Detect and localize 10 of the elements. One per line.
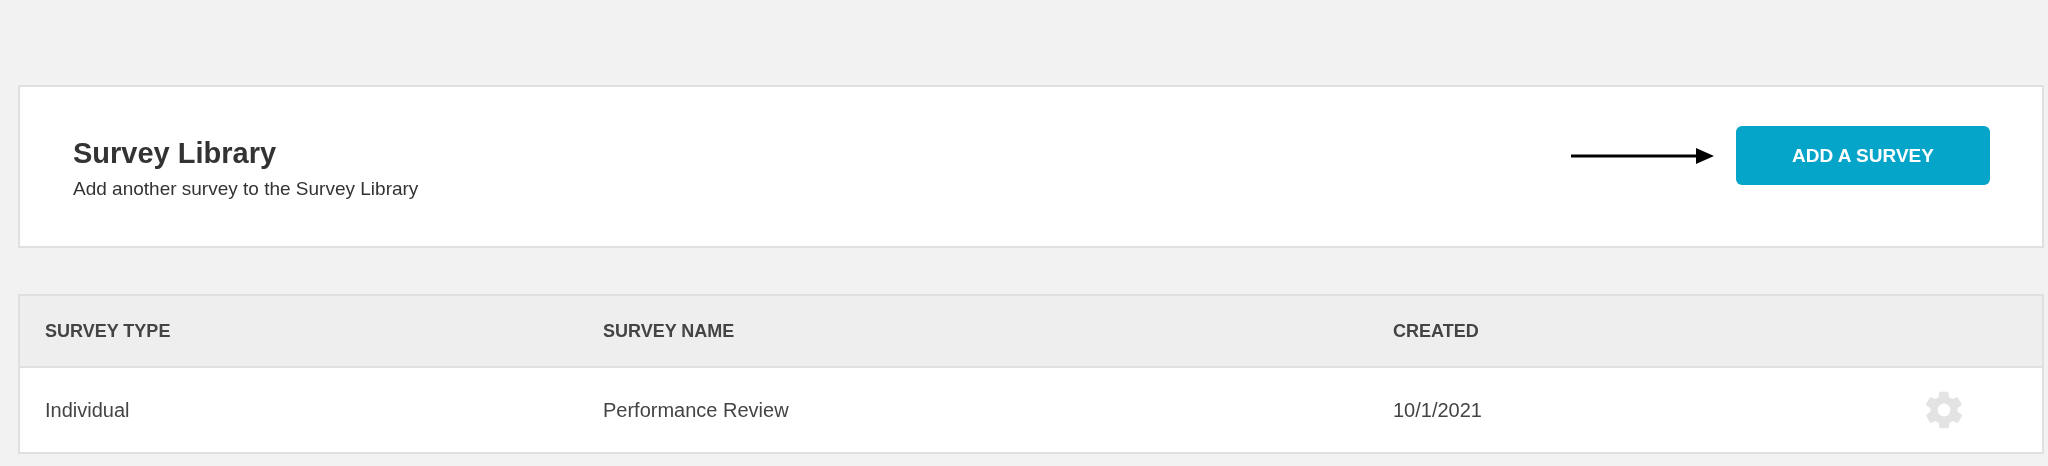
add-survey-button[interactable]: ADD A SURVEY [1736, 126, 1990, 185]
column-header: SURVEY TYPE [45, 320, 172, 342]
arrow-icon [1571, 146, 1714, 165]
column-header: CREATED [1393, 320, 1480, 342]
column-header: SURVEY NAME [603, 320, 736, 342]
table-cell-text: Individual [45, 398, 131, 422]
table-cell-text: 10/1/2021 [1393, 398, 1483, 422]
table-cell-text: Performance Review [603, 398, 790, 422]
page-title: Survey Library [73, 137, 278, 170]
page-subtitle: Add another survey to the Survey Library [73, 178, 420, 200]
